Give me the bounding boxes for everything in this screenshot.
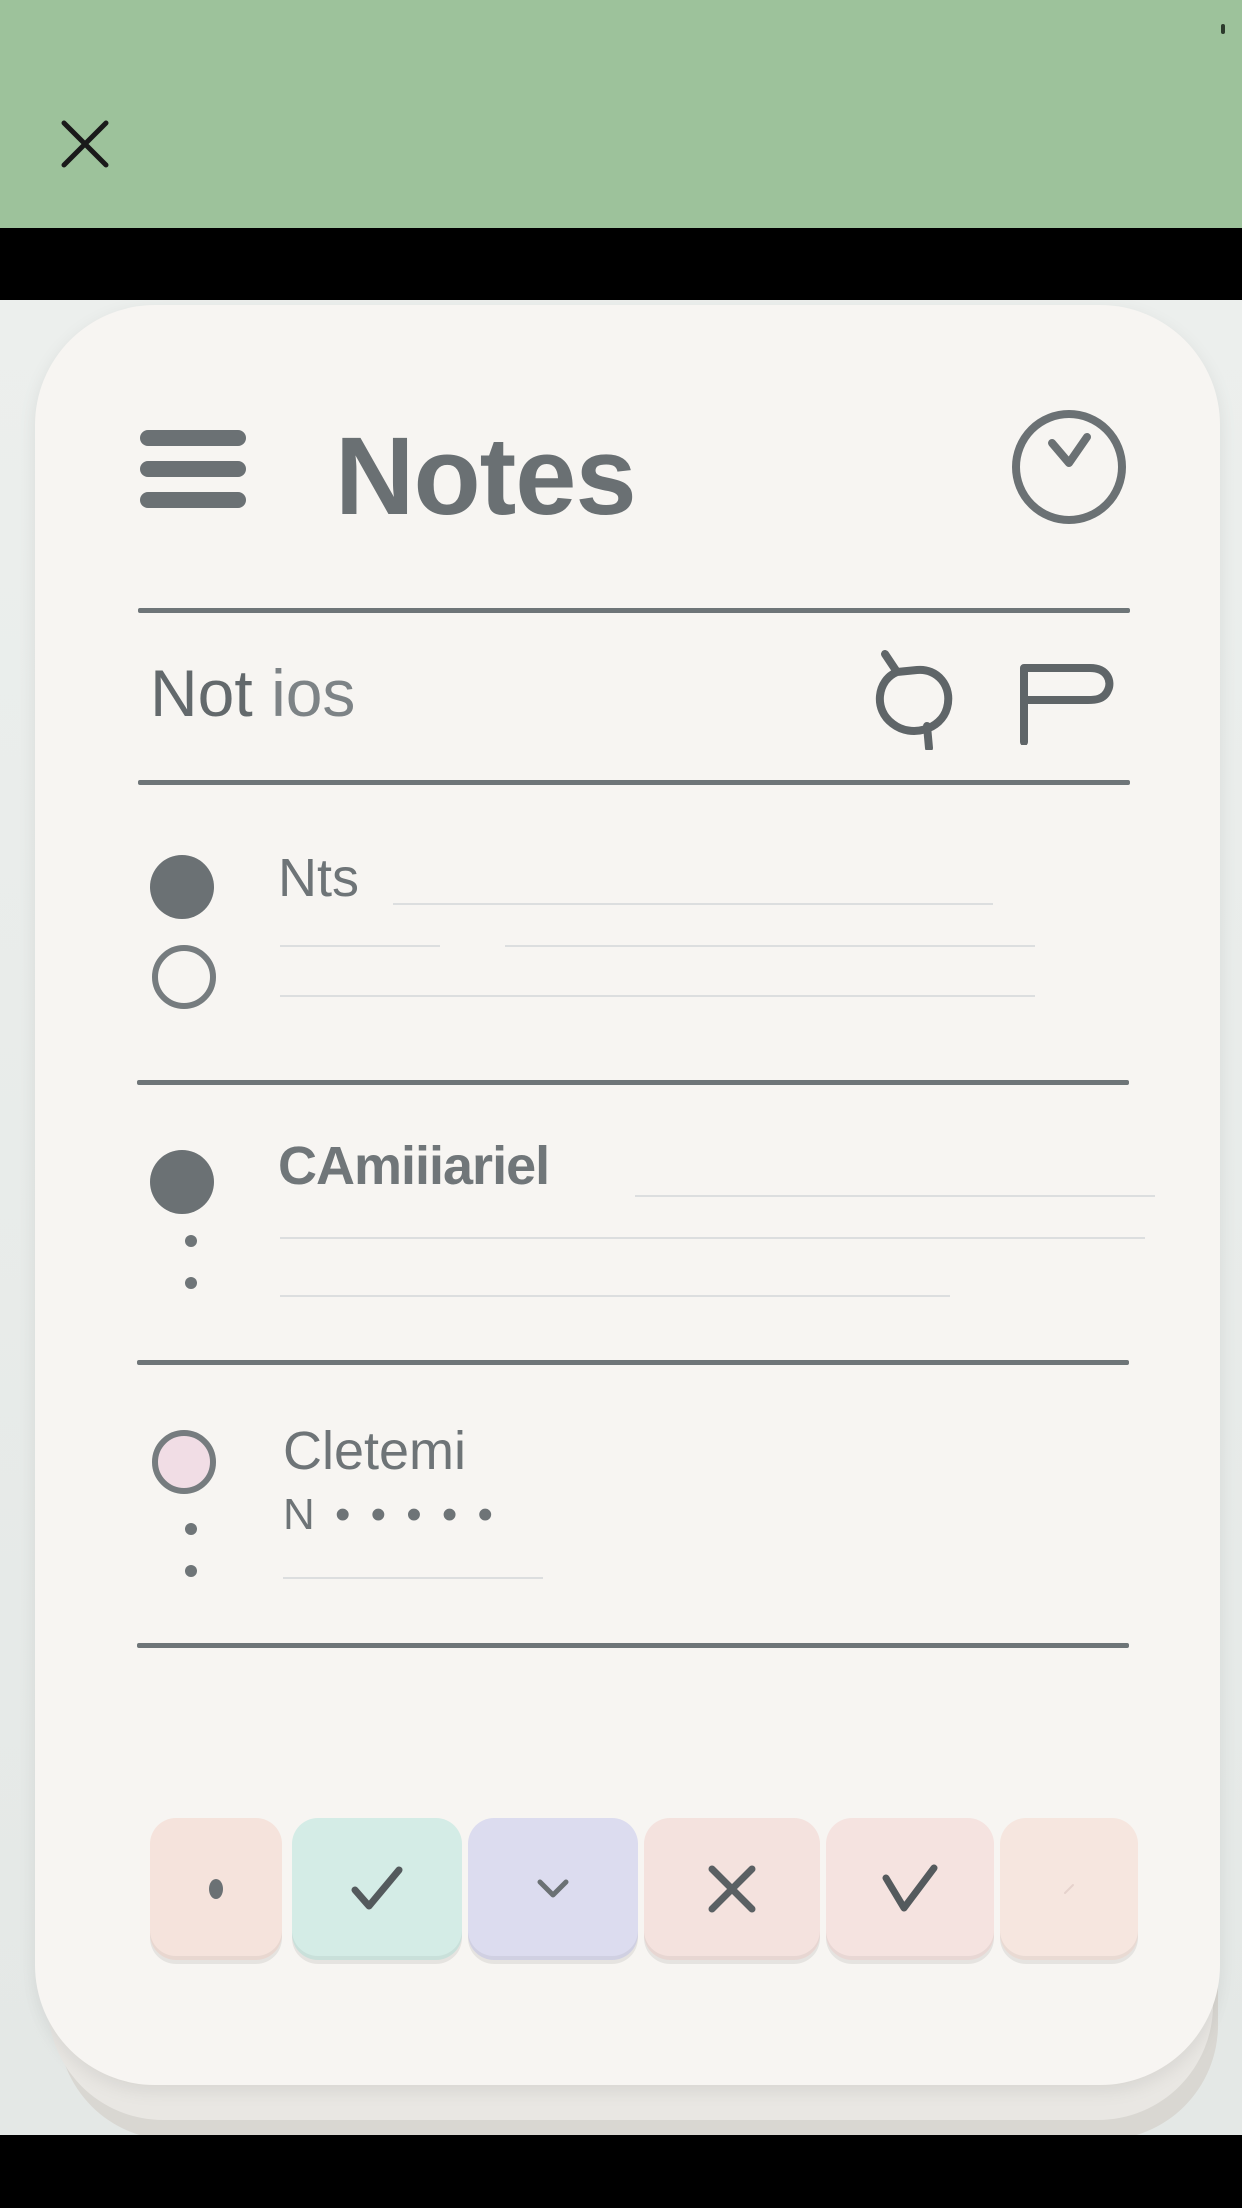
black-band [0,228,1242,300]
check-action-pink-button[interactable] [826,1818,994,1960]
note-line [280,995,1035,997]
note-meta: N • • • • • [283,1490,497,1539]
close-icon [61,120,109,168]
note-bullet-small [185,1277,197,1289]
loop-icon [875,650,953,752]
chevron-action-button[interactable] [468,1818,638,1960]
hamburger-menu-icon[interactable] [140,430,246,510]
note-divider [137,1643,1129,1648]
x-icon [708,1865,756,1913]
status-indicator-icon [1221,24,1225,34]
chevron-down-icon [537,1879,569,1898]
close-button[interactable] [54,113,116,175]
header-divider [138,608,1130,613]
action-bar [150,1818,1138,1963]
blank-icon [1064,1884,1074,1894]
note-bullet-small [185,1523,197,1535]
check-icon [351,1866,403,1910]
blank-action-button[interactable] [1000,1818,1138,1960]
clock-button[interactable] [1007,405,1131,529]
note-line [280,1237,1145,1239]
note-title: Nts [278,848,359,908]
note-title: Cletemi [283,1421,467,1481]
flag-button[interactable] [1018,660,1118,746]
flag-icon [1020,664,1114,746]
top-bar [0,0,1242,228]
note-bullet-ring [152,1430,216,1494]
note-line [283,1577,543,1579]
note-line [280,945,440,947]
note-bullet-filled [150,1150,214,1214]
note-line [280,1295,950,1297]
app-title: Notes [335,415,637,538]
loop-button[interactable] [867,650,965,752]
note-item[interactable]: Cletemi N • • • • • [35,1365,1220,1645]
note-bullet-small [185,1565,197,1577]
note-line [393,903,993,905]
note-bullet-small [185,1235,197,1247]
section-title-main: Not [150,656,253,730]
note-item[interactable]: Nts [35,785,1220,1075]
dot-icon [209,1879,223,1899]
delete-action-button[interactable] [644,1818,820,1960]
check-icon [882,1864,938,1912]
clock-icon [1012,410,1126,524]
note-bullet-filled [150,855,214,919]
section-title-suffix: ios [271,656,356,730]
note-title: CAmiiiariel [278,1136,550,1196]
section-title: Not ios [150,655,355,731]
note-item[interactable]: CAmiiiariel [35,1085,1220,1365]
app-stage: Notes Not ios Nts CAmiiiariel Cletemi N … [0,300,1242,2135]
note-bullet-ring [152,945,216,1009]
dot-action-button[interactable] [150,1818,282,1960]
check-action-teal-button[interactable] [292,1818,462,1960]
note-line [635,1195,1155,1197]
note-line [505,945,1035,947]
